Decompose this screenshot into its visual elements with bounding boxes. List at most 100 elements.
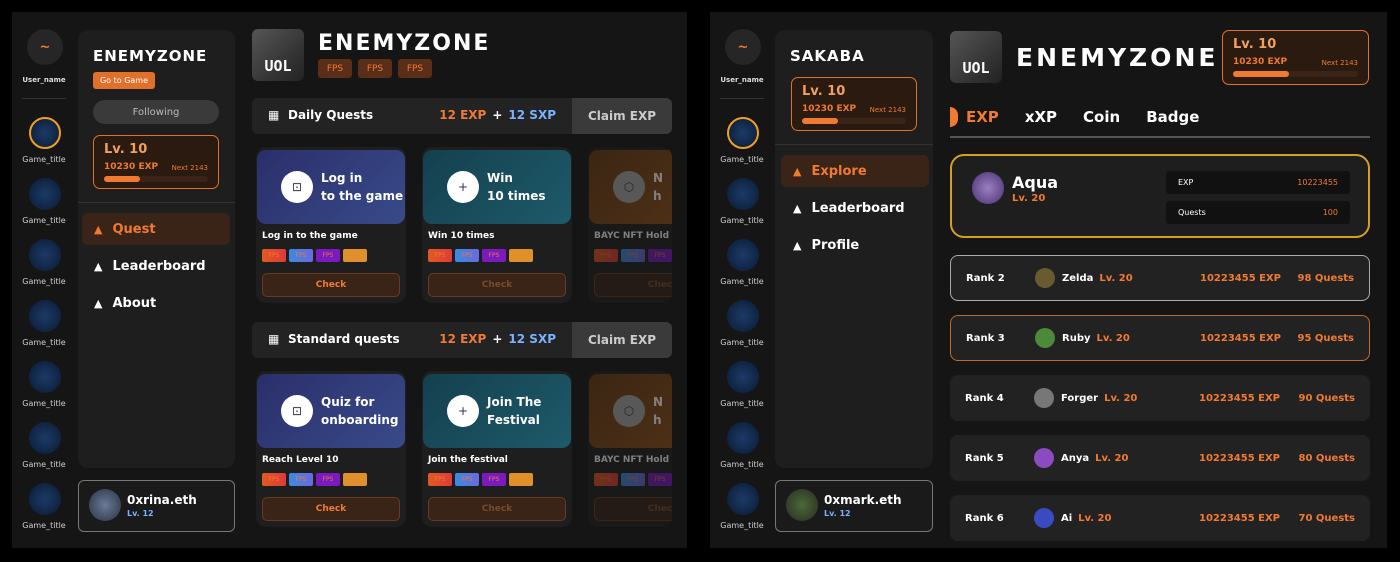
nav-profile[interactable]: ▲ Profile: [781, 229, 929, 261]
rank-row[interactable]: Rank 3 Ruby Lv. 20 10223455 EXP 95 Quests: [950, 315, 1370, 361]
quest-tags: FPS FPS FPS: [594, 249, 672, 262]
avatar: [1034, 388, 1054, 408]
tab-coin[interactable]: Coin: [1083, 108, 1120, 126]
game-icon[interactable]: [727, 239, 759, 271]
game-icon[interactable]: [29, 117, 61, 149]
quest-name: Log in to the game: [262, 231, 358, 241]
next-level: Next 2143: [869, 106, 906, 114]
player: Ai Lv. 20: [1061, 513, 1111, 524]
quest-banner: ⊡ Quiz for onboarding: [257, 374, 405, 448]
stat-label: Quests: [1178, 208, 1206, 217]
quest-banner-text: N h: [653, 171, 664, 203]
claim-exp-button[interactable]: Claim EXP: [572, 322, 672, 358]
game-icon[interactable]: [29, 178, 61, 210]
rank-row[interactable]: Rank 6 Ai Lv. 20 10223455 EXP 70 Quests: [950, 495, 1370, 541]
game-icon[interactable]: [29, 483, 61, 515]
game-icon[interactable]: [29, 239, 61, 271]
nft-icon: ⬡: [613, 395, 645, 427]
tab-exp[interactable]: EXP: [966, 108, 999, 126]
quest-name: BAYC NFT Hold: [594, 455, 670, 465]
game-icon[interactable]: [727, 422, 759, 454]
rank-label: Rank 6: [965, 512, 1004, 524]
check-button[interactable]: Check: [594, 497, 672, 521]
quest-banner-text: Log in to the game: [321, 171, 404, 203]
exp-progress-fill: [802, 118, 839, 124]
user-level: Lv. 12: [824, 509, 851, 518]
avatar: [1035, 268, 1055, 288]
go-to-game-button[interactable]: Go to Game: [93, 72, 155, 89]
level-card: Lv. 10 10230 EXP Next 2143: [791, 77, 917, 131]
game-icon[interactable]: [29, 422, 61, 454]
nav-about[interactable]: ▲ About: [82, 287, 230, 319]
user-name: 0xmark.eth: [824, 493, 902, 507]
user-name: User_name: [720, 76, 764, 84]
nav-explore[interactable]: ▲ Explore: [781, 155, 929, 187]
quest-card[interactable]: ⬡N hBAYC NFT HoldFPSFPSFPSCheck: [588, 371, 672, 527]
quest-banner: + Join The Festival: [423, 374, 571, 448]
user-card[interactable]: 0xrina.eth Lv. 12: [78, 480, 235, 532]
game-logo: UOL: [950, 31, 1002, 83]
avatar: [786, 489, 818, 521]
claim-exp-button[interactable]: Claim EXP: [572, 98, 672, 134]
game-icon[interactable]: [727, 178, 759, 210]
tab-badge[interactable]: Badge: [1146, 108, 1199, 126]
user-avatar[interactable]: ~: [725, 29, 761, 65]
check-button[interactable]: Check: [594, 273, 672, 297]
exp-progress-bar: [802, 118, 906, 124]
rank-1-card[interactable]: Aqua Lv. 20 EXP 10223455 Quests 100: [950, 154, 1370, 238]
about-icon: ▲: [94, 296, 103, 310]
player-name: Aqua: [1012, 173, 1059, 192]
game-icon[interactable]: [727, 117, 759, 149]
game-icon[interactable]: [727, 361, 759, 393]
section-title: Daily Quests: [288, 108, 374, 122]
player-level: Lv. 20: [1095, 452, 1129, 464]
game-icon[interactable]: [727, 483, 759, 515]
stat-value: 100: [1322, 208, 1338, 217]
avatar: [1034, 448, 1054, 468]
level: Lv. 10: [802, 84, 846, 99]
user-card[interactable]: 0xmark.eth Lv. 12: [775, 480, 933, 532]
exp-progress-bar: [1233, 71, 1358, 77]
nav-quest[interactable]: ▲ Quest: [82, 213, 230, 245]
check-button[interactable]: Check: [262, 273, 400, 297]
game-title: Game_title: [22, 216, 66, 225]
user-avatar[interactable]: ~: [27, 29, 63, 65]
nav-label: Quest: [112, 221, 156, 237]
game-title: Game_title: [720, 521, 764, 530]
game-title: Game_title: [22, 399, 66, 408]
nav-leaderboard[interactable]: ▲ Leaderboard: [82, 250, 230, 282]
game-title: Game_title: [22, 338, 66, 347]
quest-section-header: ▦ Daily Quests 12 EXP +12 SXP Claim EXP: [252, 98, 672, 134]
tag: [343, 473, 367, 486]
rank-row[interactable]: Rank 4 Forger Lv. 20 10223455 EXP 90 Quests: [950, 375, 1370, 421]
rank-row[interactable]: Rank 2 Zelda Lv. 20 10223455 EXP 98 Quests: [950, 255, 1370, 301]
rank-label: Rank 4: [965, 392, 1004, 404]
quest-card[interactable]: + Join The Festival Join the festival FPS FP…: [422, 371, 572, 527]
quest-card[interactable]: ⬡N hBAYC NFT HoldFPSFPSFPSCheck: [588, 147, 672, 303]
avatar: [1034, 508, 1054, 528]
tag: FPS: [648, 473, 672, 486]
game-icon[interactable]: [29, 300, 61, 332]
tag: FPS: [289, 473, 313, 486]
game-title: Game_title: [720, 460, 764, 469]
check-button[interactable]: Check: [262, 497, 400, 521]
nav-leaderboard[interactable]: ▲ Leaderboard: [781, 192, 929, 224]
tag: [509, 473, 533, 486]
rank-row[interactable]: Rank 5 Anya Lv. 20 10223455 EXP 80 Quests: [950, 435, 1370, 481]
tag: FPS: [289, 249, 313, 262]
quest-card[interactable]: + Win 10 times Win 10 times FPS FPS FPS Check: [422, 147, 572, 303]
tag: [509, 249, 533, 262]
check-button[interactable]: Check: [428, 497, 566, 521]
tag: [343, 249, 367, 262]
game-icon[interactable]: [29, 361, 61, 393]
level: Lv. 10: [1233, 37, 1277, 52]
add-user-icon: +: [447, 171, 479, 203]
quest-card[interactable]: ⊡ Quiz for onboarding Reach Level 10 FPS FPS…: [256, 371, 406, 527]
following-button[interactable]: Following: [93, 100, 219, 124]
tag: FPS: [621, 249, 645, 262]
check-button[interactable]: Check: [428, 273, 566, 297]
game-icon[interactable]: [727, 300, 759, 332]
quest-card[interactable]: ⊡ Log in to the game Log in to the game FPS…: [256, 147, 406, 303]
tab-xxp[interactable]: xXP: [1025, 108, 1057, 126]
quest-banner-text: Quiz for onboarding: [321, 395, 399, 427]
